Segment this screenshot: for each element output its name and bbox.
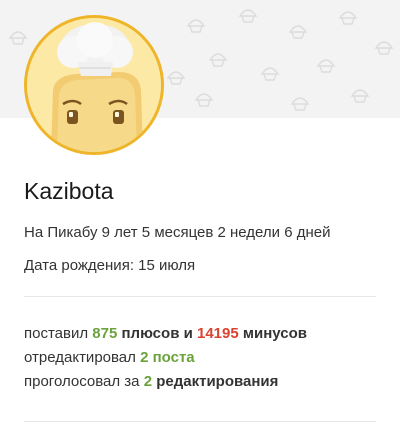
divider bbox=[24, 296, 376, 297]
activity-stats: поставил 875 плюсов и 14195 минусов отре… bbox=[24, 322, 307, 394]
minuses-label: минусов bbox=[242, 325, 307, 342]
edited-count[interactable]: 2 поста bbox=[140, 349, 195, 366]
divider bbox=[24, 421, 376, 422]
minuses-count: 14195 bbox=[196, 325, 239, 342]
edited-prefix: отредактировал bbox=[24, 349, 136, 366]
rated-prefix: поставил bbox=[24, 325, 89, 342]
username[interactable]: Kazibota bbox=[24, 178, 114, 205]
membership-duration: На Пикабу 9 лет 5 месяцев 2 недели 6 дне… bbox=[24, 224, 331, 241]
pluses-label: плюсов и bbox=[121, 325, 193, 342]
voted-label: редактирования bbox=[156, 373, 279, 390]
avatar[interactable] bbox=[24, 15, 164, 155]
voted-count: 2 bbox=[143, 373, 153, 390]
chef-hat-bread-mascot-icon bbox=[27, 18, 161, 152]
pluses-count: 875 bbox=[92, 325, 118, 342]
rating-stats-row: поставил 875 плюсов и 14195 минусов bbox=[24, 322, 307, 346]
edited-stats-row: отредактировал 2 поста bbox=[24, 346, 307, 370]
birthday: Дата рождения: 15 июля bbox=[24, 257, 196, 274]
voted-stats-row: проголосовал за 2 редактирования bbox=[24, 370, 307, 394]
voted-prefix: проголосовал за bbox=[24, 373, 140, 390]
